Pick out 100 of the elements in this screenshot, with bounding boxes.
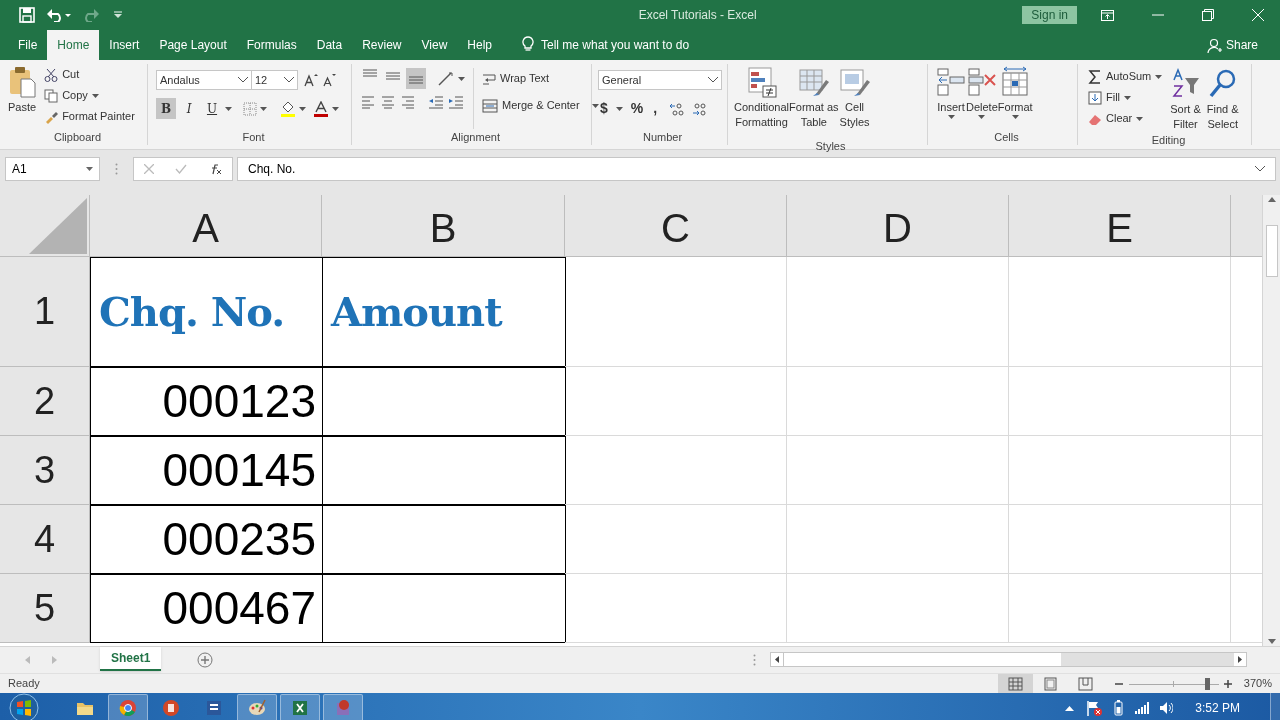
- clear-button[interactable]: Clear: [1086, 108, 1165, 129]
- orientation-icon[interactable]: [437, 70, 455, 87]
- font-name-field[interactable]: Andalus: [156, 70, 252, 90]
- undo-icon[interactable]: [47, 8, 71, 22]
- ribbon-tab[interactable]: Formulas: [236, 30, 307, 60]
- clock-time[interactable]: 3:52 PM: [1195, 699, 1240, 717]
- zoom-in-icon[interactable]: [1223, 679, 1232, 688]
- comma-button[interactable]: ,: [651, 98, 660, 119]
- name-box[interactable]: A1: [5, 157, 100, 181]
- merge-center-button[interactable]: Merge & Center: [480, 95, 601, 116]
- select-all-icon[interactable]: [29, 198, 87, 254]
- row-header[interactable]: 1: [0, 257, 90, 367]
- delete-button[interactable]: Delete: [966, 64, 998, 119]
- signal-icon[interactable]: [1135, 702, 1150, 714]
- formula-field[interactable]: Chq. No.: [237, 157, 1276, 181]
- format-as-table-button[interactable]: Format as Table: [789, 64, 839, 130]
- vertical-scrollbar[interactable]: [1262, 195, 1280, 646]
- save-icon[interactable]: [19, 7, 35, 23]
- conditional-formatting-button[interactable]: Conditional Formatting: [734, 64, 790, 130]
- column-header[interactable]: E: [1009, 195, 1231, 257]
- customize-icon[interactable]: [113, 11, 123, 19]
- add-sheet-icon[interactable]: [197, 652, 214, 668]
- taskbar-button[interactable]: [237, 694, 277, 720]
- currency-button[interactable]: $: [598, 98, 610, 119]
- format-button[interactable]: Format: [997, 64, 1033, 119]
- column-header[interactable]: B: [322, 195, 565, 257]
- grow-font-icon[interactable]: [304, 73, 318, 87]
- cell-styles-button[interactable]: Cell Styles: [838, 64, 871, 130]
- restore-icon[interactable]: [1202, 9, 1214, 21]
- insert-button[interactable]: Insert: [936, 64, 966, 119]
- share-button[interactable]: Share: [1206, 30, 1258, 60]
- tell-me-search[interactable]: Tell me what you want to do: [534, 30, 690, 60]
- start-orb-icon[interactable]: [9, 693, 39, 720]
- ribbon-display-icon[interactable]: [1101, 9, 1114, 21]
- align-right-icon[interactable]: [400, 95, 416, 109]
- enter-icon[interactable]: [175, 164, 187, 174]
- bold-button[interactable]: B: [156, 98, 176, 119]
- action-center-icon[interactable]: [1086, 700, 1103, 716]
- cancel-icon[interactable]: [144, 164, 155, 174]
- table-cell[interactable]: [322, 574, 566, 643]
- autosum-button[interactable]: AutoSum: [1086, 66, 1165, 87]
- percent-button[interactable]: %: [628, 98, 646, 119]
- table-cell[interactable]: 000123: [90, 367, 323, 436]
- sign-in-button[interactable]: Sign in: [1022, 6, 1077, 24]
- arrow-right-icon[interactable]: [52, 656, 57, 664]
- align-bottom-icon[interactable]: [406, 68, 426, 89]
- increase-indent-icon[interactable]: [448, 95, 464, 109]
- scroll-thumb[interactable]: [1265, 224, 1278, 277]
- ribbon-tab[interactable]: View: [411, 30, 458, 60]
- font-color-icon[interactable]: [313, 100, 329, 117]
- sort-filter-button[interactable]: Sort & Filter: [1170, 66, 1201, 132]
- table-cell[interactable]: Chq. No.: [90, 257, 323, 367]
- ribbon-tab[interactable]: Review: [352, 30, 412, 60]
- ribbon-tab[interactable]: Page Layout: [149, 30, 237, 60]
- taskbar-button[interactable]: [280, 694, 320, 720]
- shrink-font-icon[interactable]: [322, 73, 336, 87]
- decrease-decimal-icon[interactable]: [691, 101, 708, 116]
- ribbon-tab[interactable]: Insert: [99, 30, 150, 60]
- find-select-button[interactable]: Find & Select: [1206, 66, 1239, 132]
- column-header[interactable]: C: [565, 195, 787, 257]
- arrow-left-icon[interactable]: [25, 656, 30, 664]
- row-header[interactable]: 3: [0, 436, 90, 505]
- increase-decimal-icon[interactable]: [669, 101, 686, 116]
- table-cell[interactable]: 000145: [90, 436, 323, 505]
- show-desktop-button[interactable]: [1270, 693, 1280, 720]
- sheet-tab[interactable]: Sheet1: [100, 647, 162, 671]
- fill-button[interactable]: Fill: [1086, 87, 1165, 108]
- italic-button[interactable]: I: [179, 98, 199, 119]
- table-cell[interactable]: [322, 436, 566, 505]
- column-header[interactable]: D: [787, 195, 1009, 257]
- number-format-field[interactable]: General: [598, 70, 722, 90]
- ribbon-tab[interactable]: File: [8, 30, 48, 60]
- slider-thumb[interactable]: [1205, 677, 1211, 690]
- copy-button[interactable]: Copy: [42, 85, 137, 106]
- align-left-icon[interactable]: [360, 95, 376, 109]
- font-size-field[interactable]: 12: [252, 70, 298, 90]
- volume-icon[interactable]: [1159, 701, 1174, 715]
- table-cell[interactable]: Amount: [322, 257, 566, 367]
- decrease-indent-icon[interactable]: [428, 95, 444, 109]
- ribbon-tab[interactable]: Home: [47, 30, 100, 60]
- row-header[interactable]: 2: [0, 367, 90, 436]
- underline-button[interactable]: U: [202, 98, 222, 119]
- horizontal-scrollbar[interactable]: [770, 652, 1248, 667]
- table-cell[interactable]: [322, 505, 566, 574]
- close-icon[interactable]: [1252, 9, 1264, 21]
- normal-view-button[interactable]: [997, 673, 1033, 694]
- wrap-text-button[interactable]: Wrap Text: [480, 68, 601, 89]
- align-center-icon[interactable]: [380, 95, 396, 109]
- ribbon-tab[interactable]: Help: [457, 30, 502, 60]
- table-cell[interactable]: [322, 367, 566, 436]
- borders-icon[interactable]: [243, 101, 257, 116]
- column-header[interactable]: A: [90, 195, 322, 257]
- tray-arrow-icon[interactable]: [1065, 705, 1075, 711]
- row-header[interactable]: 4: [0, 505, 90, 574]
- zoom-slider[interactable]: [1128, 677, 1219, 690]
- table-cell[interactable]: 000467: [90, 574, 323, 643]
- cut-button[interactable]: Cut: [42, 64, 137, 85]
- battery-icon[interactable]: [1114, 700, 1124, 716]
- table-cell[interactable]: 000235: [90, 505, 323, 574]
- format-painter-button[interactable]: Format Painter: [42, 106, 137, 127]
